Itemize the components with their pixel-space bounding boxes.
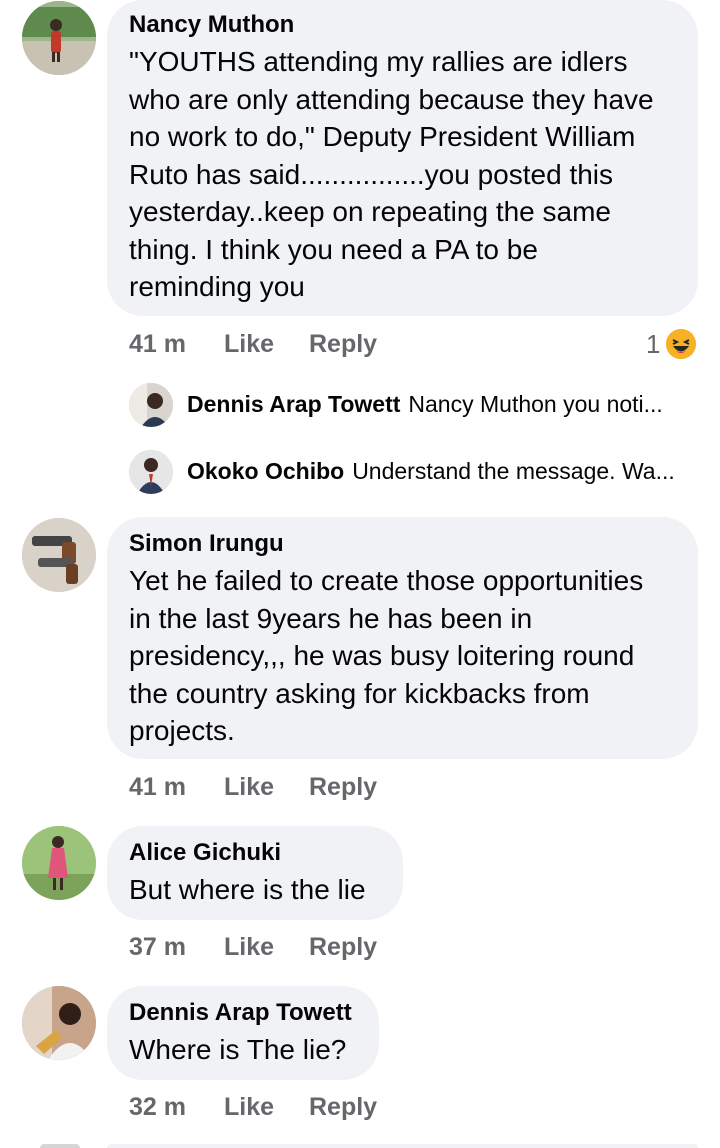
comment-time: 41 m [129,330,186,358]
comment-line: projects. [129,715,235,746]
avatar[interactable] [22,986,96,1060]
avatar-photo-icon [129,450,173,494]
reply-button[interactable]: Reply [309,330,377,359]
comment-line: reminding you [129,271,305,302]
next-comment-edge [40,1144,80,1148]
reply-text: Nancy Muthon you noti... [408,391,663,417]
comment-line: yesterday..keep on repeating the same [129,196,612,227]
comment-line: who are only attending because they have [129,83,654,115]
reply-preview[interactable]: Dennis Arap Towett Nancy Muthon you noti… [187,391,663,418]
like-button[interactable]: Like [224,773,309,802]
avatar-photo-icon [129,383,173,427]
comment-line: in the last 9years he has been in [129,602,533,634]
comment-line: Where is The lie? [129,1034,347,1065]
avatar[interactable] [22,826,96,900]
comment-bubble: Simon Irungu Yet he failed to create tho… [107,517,698,759]
avatar[interactable] [22,518,96,592]
reaction-summary[interactable]: 1 [646,327,699,361]
comment-line: no work to do," Deputy President William [129,121,636,152]
like-button[interactable]: Like [224,330,309,359]
comment-author[interactable]: Alice Gichuki [129,838,381,868]
avatar-photo-icon [22,826,96,900]
like-button[interactable]: Like [224,933,309,962]
comment-text: But where is the lie [129,871,381,909]
avatar-photo-icon [22,518,96,592]
comment-actions: 41 m Like Reply [129,773,377,802]
reply-author[interactable]: Dennis Arap Towett [187,391,400,418]
comment-line: "YOUTHS attending my rallies are idlers [129,46,628,77]
avatar-photo-icon [22,986,96,1060]
comment-text: Where is The lie? [129,1031,357,1069]
comment-actions: 41 m Like Reply [129,330,377,359]
comment-bubble: Nancy Muthon "YOUTHS attending my rallie… [107,0,698,316]
comment-line: But where is the lie [129,874,366,905]
haha-emoji-icon [664,327,699,361]
comment-line: presidency,,, he was busy loitering roun… [129,640,635,671]
comment-author[interactable]: Simon Irungu [129,529,676,559]
like-button[interactable]: Like [224,1093,309,1122]
reply-button[interactable]: Reply [309,933,377,962]
avatar[interactable] [129,450,173,494]
avatar[interactable] [129,383,173,427]
comment-actions: 37 m Like Reply [129,933,377,962]
comment-actions: 32 m Like Reply [129,1093,377,1122]
comment-text: Yet he failed to create those opportunit… [129,562,676,750]
comment-line: thing. I think you need a PA to be [129,233,538,265]
comment-line: the country asking for kickbacks from [129,677,590,709]
comment-bubble: Alice Gichuki But where is the lie [107,826,403,920]
comment-author[interactable]: Nancy Muthon [129,10,676,40]
comment-line: Ruto has said................you posted … [129,158,614,190]
reaction-count: 1 [646,328,661,359]
reply-preview[interactable]: Okoko Ochibo Understand the message. Wa.… [187,458,675,485]
reply-author[interactable]: Okoko Ochibo [187,458,344,485]
avatar-photo-icon [22,1,96,75]
reply-text: Understand the message. Wa... [352,458,675,484]
comment-author[interactable]: Dennis Arap Towett [129,998,357,1028]
comment-time: 41 m [129,773,186,801]
comment-line: Yet he failed to create those opportunit… [129,565,644,596]
comment-time: 37 m [129,933,186,961]
next-comment-bubble-edge [107,1144,698,1148]
avatar[interactable] [22,1,96,75]
reply-button[interactable]: Reply [309,773,377,802]
comment-text: "YOUTHS attending my rallies are idlers … [129,43,676,306]
reply-button[interactable]: Reply [309,1093,377,1122]
comment-bubble: Dennis Arap Towett Where is The lie? [107,986,379,1080]
comment-time: 32 m [129,1093,186,1121]
